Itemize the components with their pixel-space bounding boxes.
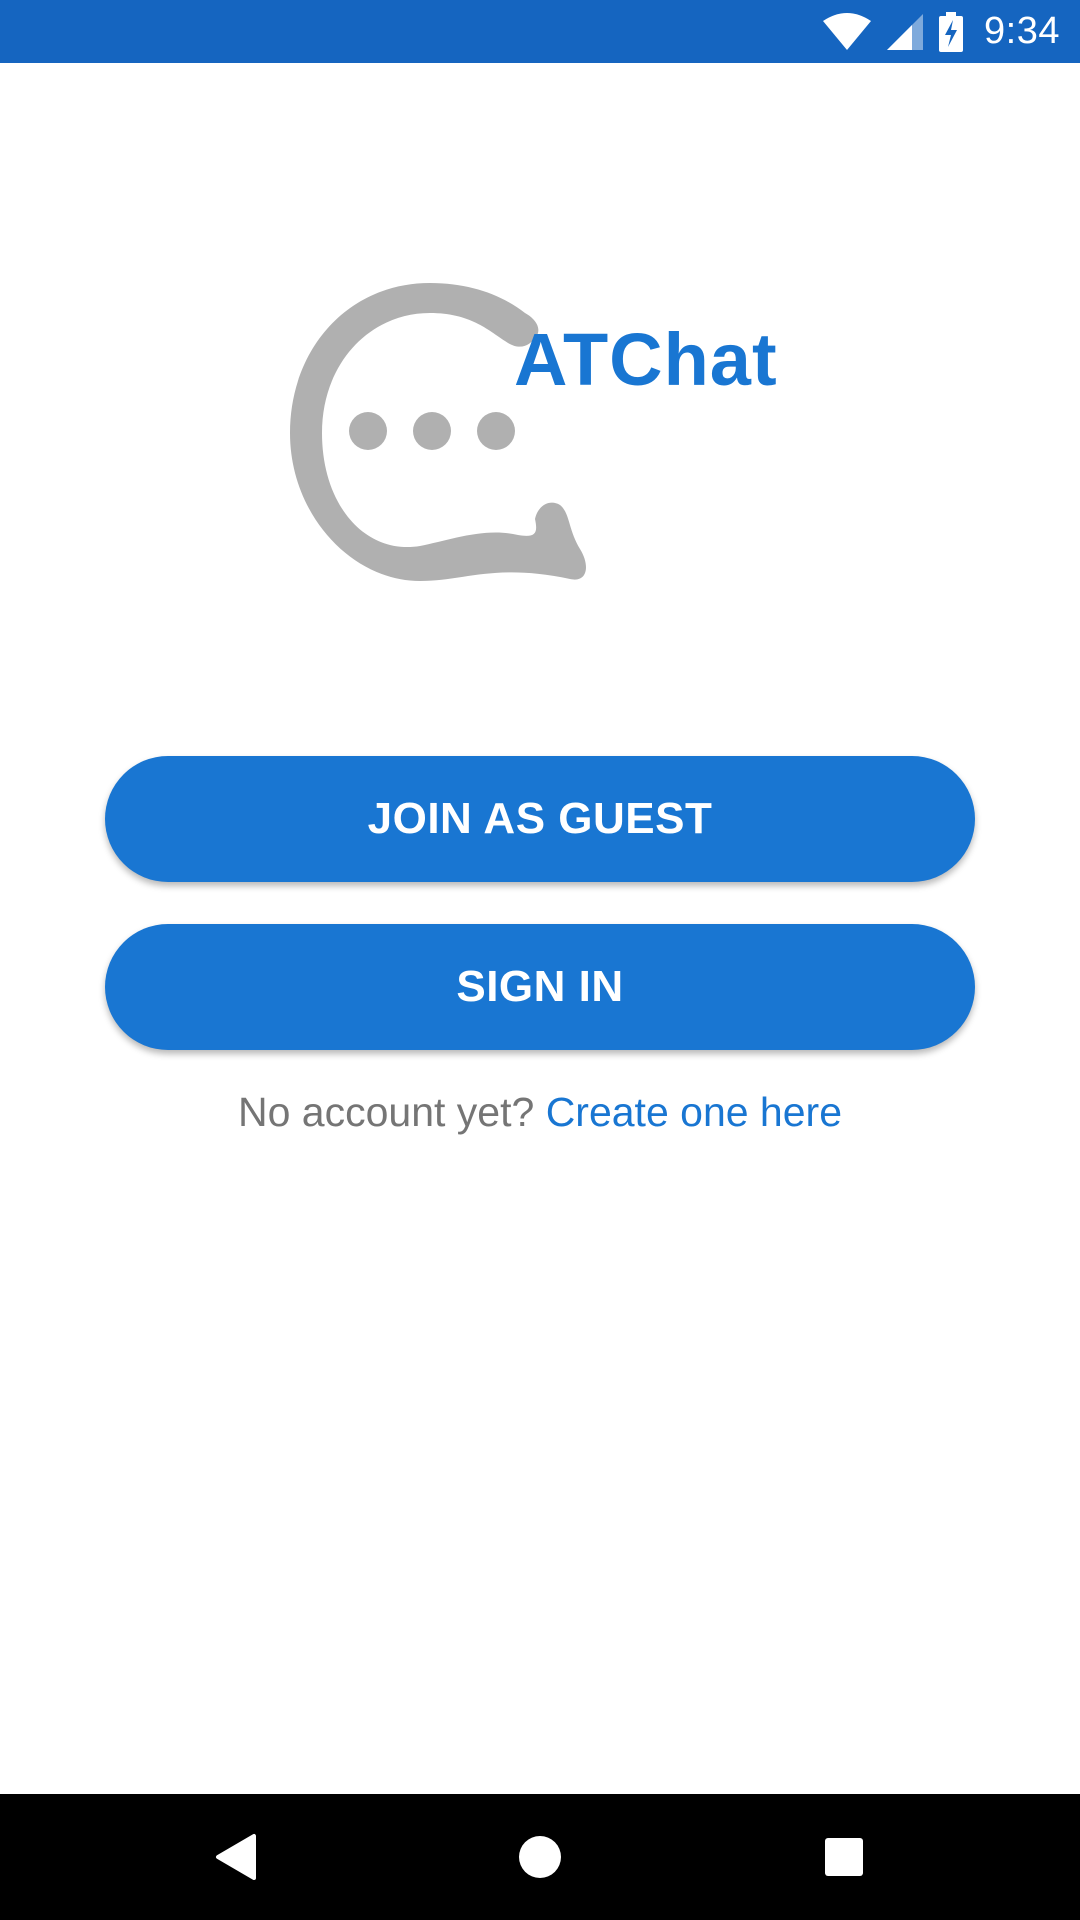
join-as-guest-button[interactable]: JOIN AS GUEST (105, 756, 975, 882)
status-icons: 9:34 (822, 0, 1060, 63)
chat-bubble-logo-icon (290, 283, 586, 581)
signup-prompt-text: No account yet? (237, 1089, 535, 1135)
back-button[interactable] (176, 1794, 296, 1920)
signup-prompt-row: No account yet? Create one here (0, 1082, 1080, 1142)
home-icon (519, 1836, 561, 1878)
recents-button[interactable] (784, 1794, 904, 1920)
cell-signal-icon (886, 13, 924, 51)
sign-in-button[interactable]: SIGN IN (105, 924, 975, 1050)
navigation-bar (0, 1794, 1080, 1920)
app-logo: ATChat (270, 265, 810, 595)
status-bar: 9:34 (0, 0, 1080, 63)
recents-icon (825, 1838, 863, 1876)
login-screen: 9:34 ATChat JOIN AS GUEST SIGN IN No acc… (0, 0, 1080, 1920)
home-button[interactable] (480, 1794, 600, 1920)
app-logo-text: ATChat (514, 318, 778, 401)
battery-charging-icon (938, 11, 964, 52)
create-account-link[interactable]: Create one here (546, 1089, 842, 1135)
wifi-icon (822, 12, 872, 51)
status-time: 9:34 (984, 10, 1060, 52)
back-icon (216, 1834, 256, 1880)
